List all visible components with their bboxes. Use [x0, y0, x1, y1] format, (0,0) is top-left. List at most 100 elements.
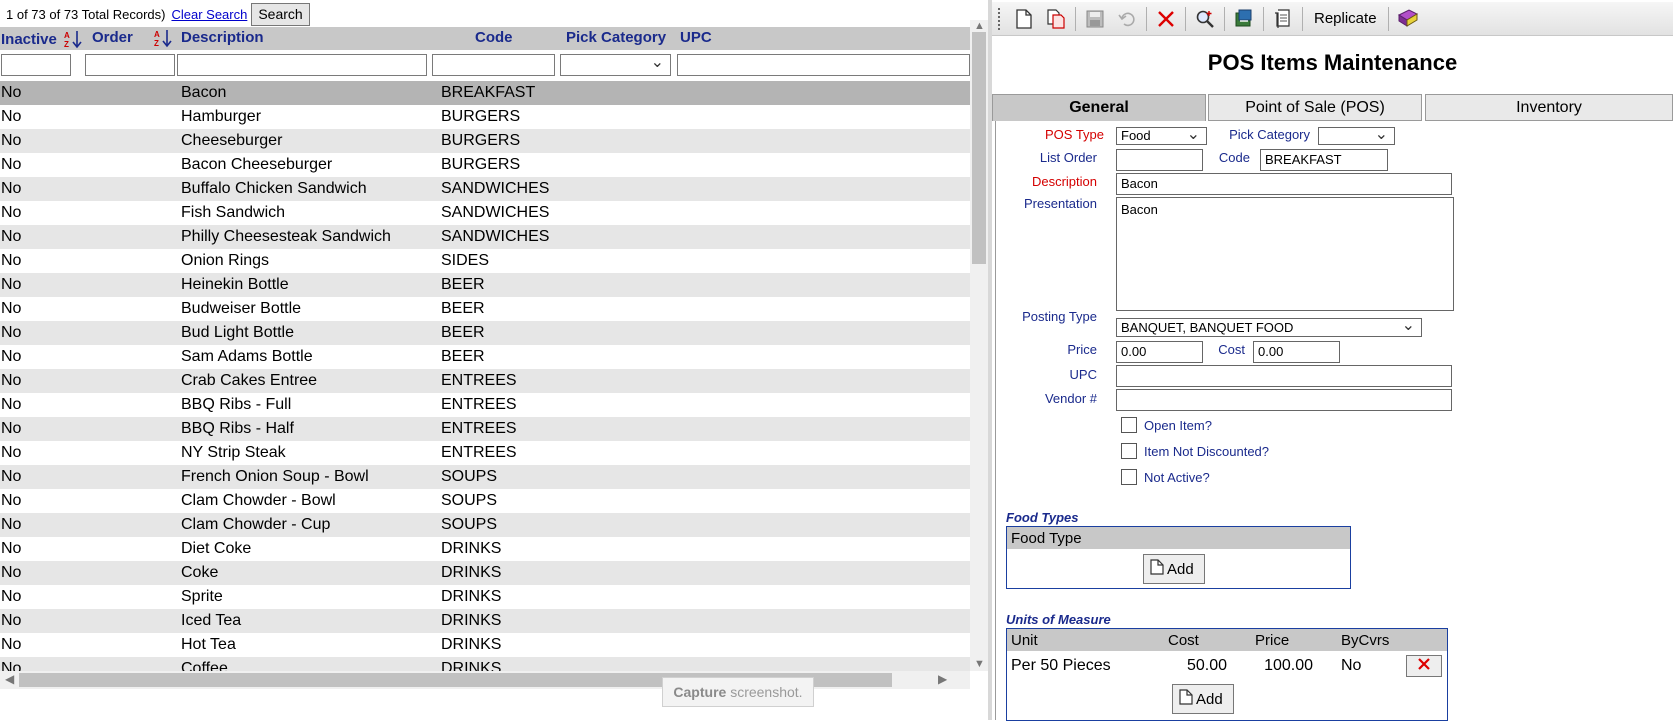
column-header-description[interactable]: Description [181, 29, 264, 46]
toolbar-grip[interactable] [998, 7, 1002, 30]
row-code-cell: BURGERS [441, 156, 521, 173]
grid-row[interactable]: No Cheeseburger BURGERS [0, 129, 970, 153]
row-description-cell: Bud Light Bottle [181, 324, 294, 341]
pos-type-select[interactable]: Food [1116, 127, 1207, 145]
grid-row[interactable]: No Onion Rings SIDES [0, 249, 970, 273]
grid-row[interactable]: No Buffalo Chicken Sandwich SANDWICHES [0, 177, 970, 201]
add-food-type-button[interactable]: Add [1143, 554, 1205, 584]
column-header-pick-category[interactable]: Pick Category [566, 29, 666, 46]
vertical-scroll-thumb[interactable] [972, 32, 986, 264]
scroll-up-icon[interactable]: ▲ [974, 20, 985, 32]
sort-az-icon[interactable]: AZ [153, 28, 173, 50]
sort-az-icon[interactable]: AZ [63, 29, 83, 51]
list-order-input[interactable] [1116, 149, 1203, 171]
vendor-input[interactable] [1116, 389, 1452, 411]
delete-unit-button[interactable] [1406, 655, 1442, 677]
row-inactive-cell: No [1, 276, 22, 293]
grid-row[interactable]: No French Onion Soup - Bowl SOUPS [0, 465, 970, 489]
undo-icon[interactable] [1115, 7, 1139, 31]
toolbar-separator [1224, 6, 1225, 31]
horizontal-scrollbar[interactable]: ◀ ▶ [0, 671, 970, 689]
replicate-button[interactable]: Replicate [1312, 7, 1379, 30]
row-code-cell: DRINKS [441, 588, 502, 605]
row-description-cell: BBQ Ribs - Full [181, 396, 292, 413]
grid-row[interactable]: No Hamburger BURGERS [0, 105, 970, 129]
row-code-cell: DRINKS [441, 540, 502, 557]
grid-row[interactable]: No BBQ Ribs - Half ENTREES [0, 417, 970, 441]
cost-input[interactable]: 0.00 [1253, 341, 1340, 363]
column-header-upc[interactable]: UPC [680, 29, 712, 46]
row-code-cell: DRINKS [441, 636, 502, 653]
row-description-cell: Crab Cakes Entree [181, 372, 318, 389]
grid-row[interactable]: No NY Strip Steak ENTREES [0, 441, 970, 465]
grid-row[interactable]: No Clam Chowder - Cup SOUPS [0, 513, 970, 537]
new-icon[interactable] [1012, 7, 1036, 31]
grid-row[interactable]: No Coke DRINKS [0, 561, 970, 585]
grid-row[interactable]: No Bacon Cheeseburger BURGERS [0, 153, 970, 177]
grid-row[interactable]: No Clam Chowder - Bowl SOUPS [0, 489, 970, 513]
grid-row[interactable]: No Bacon BREAKFAST [0, 81, 970, 105]
presentation-textarea[interactable]: Bacon [1116, 197, 1454, 311]
add-unit-button[interactable]: Add [1172, 684, 1234, 714]
report-icon[interactable] [1271, 7, 1295, 31]
unit-row[interactable]: Per 50 Pieces 50.00 100.00 No [1007, 655, 1447, 679]
find-icon[interactable] [1193, 7, 1217, 31]
delete-icon[interactable] [1154, 7, 1178, 31]
pick-category-select[interactable] [1318, 127, 1395, 145]
not-active-checkbox[interactable] [1121, 469, 1137, 485]
row-inactive-cell: No [1, 396, 22, 413]
grid-row[interactable]: No Philly Cheesesteak Sandwich SANDWICHES [0, 225, 970, 249]
posting-type-select[interactable]: BANQUET, BANQUET FOOD [1116, 318, 1422, 337]
filter-inactive-input[interactable] [1, 54, 71, 76]
item-not-discounted-checkbox[interactable] [1121, 443, 1137, 459]
tab-inventory[interactable]: Inventory [1425, 94, 1673, 121]
row-inactive-cell: No [1, 84, 22, 101]
filter-upc-input[interactable] [677, 54, 970, 76]
book-icon[interactable] [1396, 7, 1420, 31]
code-input[interactable]: BREAKFAST [1260, 149, 1388, 171]
capture-tooltip-bold: Capture [673, 684, 727, 700]
filter-description-input[interactable] [177, 54, 427, 76]
scroll-right-icon[interactable]: ▶ [938, 672, 947, 686]
column-header-code[interactable]: Code [475, 29, 513, 46]
tab-general[interactable]: General [992, 94, 1206, 121]
grid-row[interactable]: No Heinekin Bottle BEER [0, 273, 970, 297]
grid-row[interactable]: No Bud Light Bottle BEER [0, 321, 970, 345]
food-type-column-header: Food Type [1011, 530, 1082, 547]
search-button[interactable]: Search [251, 2, 310, 26]
grid-row[interactable]: No BBQ Ribs - Full ENTREES [0, 393, 970, 417]
open-item-checkbox[interactable] [1121, 417, 1137, 433]
grid-row[interactable]: No Iced Tea DRINKS [0, 609, 970, 633]
row-inactive-cell: No [1, 564, 22, 581]
clear-search-link[interactable]: Clear Search [171, 7, 247, 22]
column-header-order[interactable]: Order [92, 29, 133, 46]
vertical-scrollbar[interactable]: ▲ ▼ [970, 20, 988, 671]
scroll-down-icon[interactable]: ▼ [974, 658, 985, 670]
grid-row[interactable]: No Coffee DRINKS [0, 657, 970, 671]
upc-input[interactable] [1116, 365, 1452, 387]
column-header-inactive[interactable]: Inactive AZ [1, 29, 83, 51]
row-code-cell: ENTREES [441, 420, 517, 437]
unit-column-header: Unit [1011, 632, 1038, 649]
row-description-cell: Iced Tea [181, 612, 242, 629]
row-code-cell: DRINKS [441, 564, 502, 581]
filter-pick-category-select[interactable] [560, 52, 671, 76]
refresh-icon[interactable] [1232, 7, 1256, 31]
grid-row[interactable]: No Hot Tea DRINKS [0, 633, 970, 657]
price-input[interactable]: 0.00 [1116, 341, 1203, 363]
scroll-left-icon[interactable]: ◀ [5, 672, 14, 686]
grid-row[interactable]: No Budweiser Bottle BEER [0, 297, 970, 321]
filter-code-input[interactable] [432, 54, 555, 76]
grid-row[interactable]: No Diet Coke DRINKS [0, 537, 970, 561]
copy-icon[interactable] [1044, 7, 1068, 31]
description-input[interactable]: Bacon [1116, 173, 1452, 195]
grid-row[interactable]: No Fish Sandwich SANDWICHES [0, 201, 970, 225]
filter-order-input[interactable] [85, 54, 175, 76]
tab-point-of-sale[interactable]: Point of Sale (POS) [1208, 94, 1422, 121]
grid-row[interactable]: No Sam Adams Bottle BEER [0, 345, 970, 369]
toolbar-separator [1185, 6, 1186, 31]
row-code-cell: BEER [441, 324, 485, 341]
grid-row[interactable]: No Sprite DRINKS [0, 585, 970, 609]
save-icon[interactable] [1083, 7, 1107, 31]
grid-row[interactable]: No Crab Cakes Entree ENTREES [0, 369, 970, 393]
